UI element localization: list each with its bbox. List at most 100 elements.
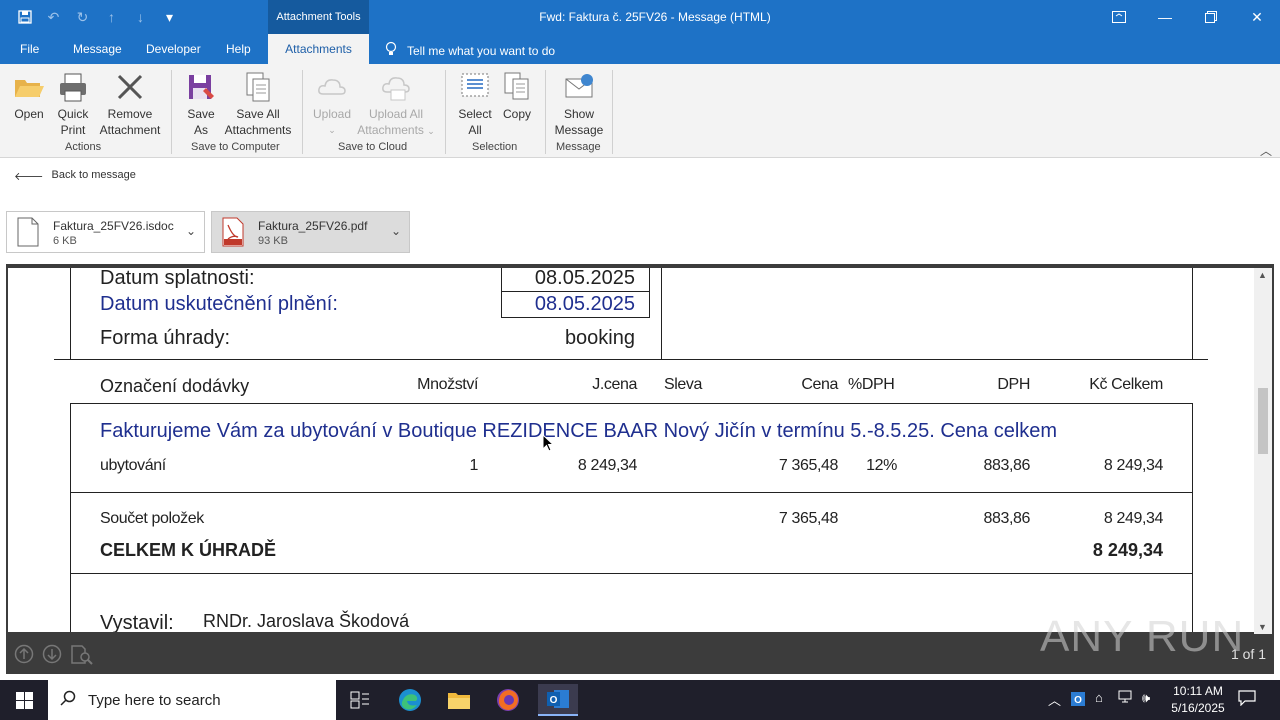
show-hidden-icons-icon[interactable]: ︿ (1048, 690, 1061, 709)
tab-help[interactable]: Help (226, 42, 251, 56)
minimize-button[interactable]: — (1142, 0, 1188, 34)
watermark-logo: ANY RUN (1040, 612, 1245, 661)
tab-file[interactable]: File (20, 42, 39, 56)
row-unit-price: 8 249,34 (577, 457, 637, 474)
documents-icon (241, 70, 275, 104)
attachment-isdoc[interactable]: Faktura_25FV26.isdoc 6 KB ⌄ (6, 211, 205, 253)
group-divider (302, 70, 303, 154)
tab-message[interactable]: Message (73, 42, 122, 56)
attachment-size: 93 KB (258, 235, 288, 247)
save-as-button[interactable]: Save As (183, 70, 219, 138)
ribbon-display-options-icon[interactable] (1096, 0, 1142, 34)
printer-icon (56, 70, 90, 104)
restore-button[interactable] (1188, 0, 1234, 34)
remove-x-icon (113, 70, 147, 104)
item-description: Fakturujeme Vám za ubytování v Boutique … (100, 420, 1058, 442)
tell-me-label: Tell me what you want to do (407, 43, 556, 58)
upload-button[interactable]: Upload ⌄ (311, 70, 353, 138)
svg-text:O: O (1074, 695, 1082, 706)
performance-date-label: Datum uskutečnění plnění: (100, 293, 338, 315)
chevron-down-icon[interactable]: ⌄ (391, 224, 401, 238)
save-all-attachments-button[interactable]: Save All Attachments (222, 70, 294, 138)
issuer-label: Vystavil: (100, 612, 174, 632)
envelope-icon (562, 70, 596, 104)
volume-icon[interactable]: 🕪 (1142, 690, 1150, 706)
dropdown-arrow-icon: ⌄ (427, 126, 435, 136)
chevron-down-icon[interactable]: ⌄ (186, 224, 196, 238)
window-title: Fwd: Faktura č. 25FV26 - Message (HTML) (539, 10, 771, 24)
sum-price: 7 365,48 (778, 510, 838, 527)
group-label-save-to-cloud: Save to Cloud (338, 141, 408, 153)
row-quantity: 1 (469, 457, 479, 474)
file-explorer-icon[interactable] (439, 684, 479, 716)
col-header-total: Kč Celkem (1089, 376, 1163, 393)
back-to-message-link[interactable]: 🡐 Back to message (14, 169, 136, 183)
select-all-button[interactable]: Select All (456, 70, 494, 138)
upload-all-attachments-button[interactable]: Upload All Attachments ⌄ (355, 70, 437, 139)
open-button[interactable]: Open (11, 70, 47, 122)
collapse-ribbon-icon[interactable]: ︿ (1260, 142, 1272, 159)
col-header-item: Označení dodávky (100, 376, 250, 396)
zoom-page-icon[interactable] (70, 644, 94, 671)
pdf-page: Datum splatnosti: 08.05.2025 Datum uskut… (8, 268, 1254, 632)
scroll-thumb[interactable] (1258, 388, 1268, 454)
col-header-unit-price: J.cena (592, 376, 637, 393)
firefox-icon[interactable] (488, 684, 528, 716)
scroll-up-icon[interactable]: ▲ (1258, 270, 1267, 280)
file-icon (16, 217, 40, 247)
attachment-pdf[interactable]: Faktura_25FV26.pdf 93 KB ⌄ (211, 211, 410, 253)
taskbar-clock[interactable]: 10:11 AM 5/16/2025 (1160, 683, 1236, 717)
remove-attachment-button[interactable]: Remove Attachment (96, 70, 164, 138)
attachment-name: Faktura_25FV26.pdf (258, 219, 368, 233)
copy-icon (500, 70, 534, 104)
outlook-icon[interactable]: O (538, 684, 578, 716)
tell-me-box[interactable]: Tell me what you want to do (385, 41, 555, 60)
issuer-name: RNDr. Jaroslava Škodová (203, 611, 410, 631)
copy-button[interactable]: Copy (500, 70, 534, 122)
due-date-label: Datum splatnosti: (100, 268, 255, 289)
row-vat-percent: 12% (866, 457, 897, 474)
attachment-size: 6 KB (53, 235, 77, 247)
tab-attachments[interactable]: Attachments (268, 34, 369, 64)
task-view-icon[interactable] (340, 684, 380, 716)
scroll-down-icon[interactable]: ▼ (1258, 622, 1267, 632)
group-label-actions: Actions (65, 141, 102, 153)
group-divider (171, 70, 172, 154)
lightbulb-icon (385, 41, 397, 60)
arrow-left-icon: 🡐 (14, 171, 44, 183)
cloud-icon (315, 70, 349, 104)
search-placeholder: Type here to search (88, 691, 221, 709)
group-divider (445, 70, 446, 154)
row-price: 7 365,48 (778, 457, 838, 474)
grand-total-value: 8 249,34 (1092, 540, 1163, 560)
devices-icon[interactable]: ⌂ (1095, 690, 1103, 705)
windows-start-button[interactable] (0, 680, 48, 720)
col-header-price: Cena (801, 376, 838, 393)
performance-date-value: 08.05.2025 (534, 293, 635, 315)
floppy-disk-icon (184, 70, 218, 104)
sum-vat: 883,86 (983, 510, 1030, 527)
network-icon[interactable] (1118, 690, 1134, 707)
col-header-quantity: Množství (417, 376, 478, 393)
sum-total: 8 249,34 (1103, 510, 1163, 527)
payment-method-value: booking (564, 327, 635, 349)
sum-label: Součet položek (100, 510, 204, 527)
clock-date: 5/16/2025 (1171, 701, 1225, 715)
quick-print-button[interactable]: Quick Print (55, 70, 91, 138)
next-page-icon[interactable] (42, 644, 62, 671)
taskbar-search-box[interactable]: Type here to search (48, 680, 336, 720)
col-header-vat: DPH (997, 376, 1030, 393)
notifications-icon[interactable] (1238, 690, 1256, 709)
close-button[interactable]: ✕ (1234, 0, 1280, 34)
due-date-value: 08.05.2025 (534, 268, 635, 289)
show-message-button[interactable]: Show Message (554, 70, 604, 138)
folder-open-icon (12, 70, 46, 104)
previous-page-icon[interactable] (14, 644, 34, 671)
tab-developer[interactable]: Developer (146, 42, 201, 56)
group-label-message: Message (556, 141, 601, 153)
dropdown-arrow-icon: ⌄ (328, 125, 336, 135)
row-item: ubytování (100, 457, 166, 474)
outlook-tray-icon[interactable]: O (1070, 691, 1086, 710)
edge-browser-icon[interactable] (390, 684, 430, 716)
pdf-vertical-scrollbar[interactable]: ▲ ▼ (1254, 268, 1272, 634)
